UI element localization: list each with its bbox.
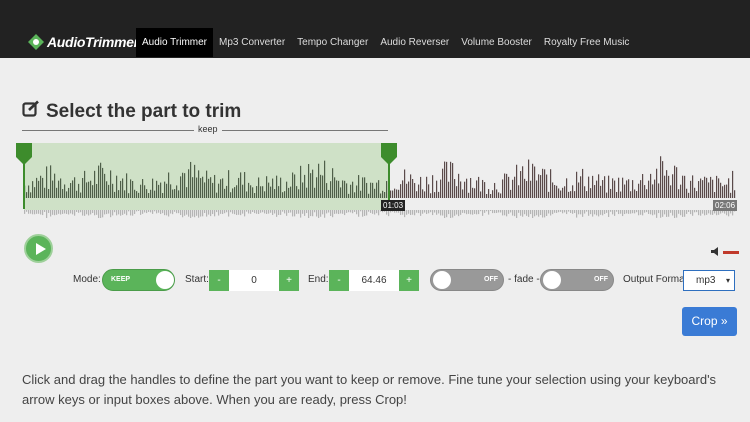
fade-in-toggle[interactable]: OFF	[430, 269, 504, 291]
fade-label: - fade -	[508, 274, 540, 285]
end-increment-button[interactable]: +	[399, 270, 419, 291]
top-nav: AudioTrimmer Audio Trimmer Mp3 Converter…	[0, 0, 750, 58]
nav-audio-reverser[interactable]: Audio Reverser	[374, 28, 455, 57]
selection-label: keep	[194, 124, 222, 134]
fade-out-toggle-text: OFF	[594, 276, 608, 283]
output-format-select[interactable]: mp3 ▾	[683, 270, 735, 291]
brand-logo-link[interactable]: AudioTrimmer	[28, 28, 139, 56]
nav-volume-booster[interactable]: Volume Booster	[455, 28, 538, 57]
brand-name: AudioTrimmer	[47, 34, 139, 50]
start-increment-button[interactable]: +	[279, 270, 299, 291]
nav-mp3-converter[interactable]: Mp3 Converter	[213, 28, 291, 57]
waveform[interactable]	[24, 143, 736, 218]
chevron-down-icon: ▾	[725, 276, 730, 285]
mode-toggle-knob	[156, 271, 174, 289]
fade-out-toggle-knob	[543, 271, 561, 289]
selection-end-time: 01:03	[381, 200, 406, 211]
end-decrement-button[interactable]: -	[329, 270, 349, 291]
mode-toggle-text: KEEP	[111, 276, 131, 283]
fade-in-toggle-knob	[433, 271, 451, 289]
nav-items: Audio Trimmer Mp3 Converter Tempo Change…	[136, 28, 635, 57]
logo-icon	[28, 34, 44, 50]
crop-button[interactable]: Crop »	[682, 307, 737, 336]
nav-royalty-free-music[interactable]: Royalty Free Music	[538, 28, 636, 57]
instructions-text: Click and drag the handles to define the…	[22, 372, 717, 407]
output-format-value: mp3	[696, 275, 716, 286]
waveform-graph	[24, 156, 736, 218]
nav-tempo-changer[interactable]: Tempo Changer	[291, 28, 374, 57]
fade-in-toggle-text: OFF	[484, 276, 498, 283]
fade-out-toggle[interactable]: OFF	[540, 269, 614, 291]
duration-label: 02:06	[713, 200, 738, 211]
play-button[interactable]	[24, 234, 53, 263]
page-title: Select the part to trim	[46, 100, 242, 122]
end-stepper: - 64.46 +	[329, 270, 419, 291]
mode-toggle[interactable]: KEEP	[102, 269, 175, 291]
end-label: End:	[308, 274, 329, 285]
output-format-label: Output Format	[623, 274, 688, 285]
volume-slider[interactable]	[723, 250, 739, 254]
start-input[interactable]: 0	[229, 270, 279, 291]
start-stepper: - 0 +	[209, 270, 299, 291]
title-row: Select the part to trim	[22, 100, 241, 123]
speaker-icon	[711, 243, 720, 261]
end-input[interactable]: 64.46	[349, 270, 399, 291]
start-label: Start:	[185, 274, 209, 285]
edit-icon	[22, 100, 40, 123]
start-decrement-button[interactable]: -	[209, 270, 229, 291]
nav-audio-trimmer[interactable]: Audio Trimmer	[136, 28, 214, 57]
volume-control[interactable]	[711, 243, 739, 261]
play-icon	[36, 243, 46, 255]
mode-label: Mode:	[73, 274, 101, 285]
